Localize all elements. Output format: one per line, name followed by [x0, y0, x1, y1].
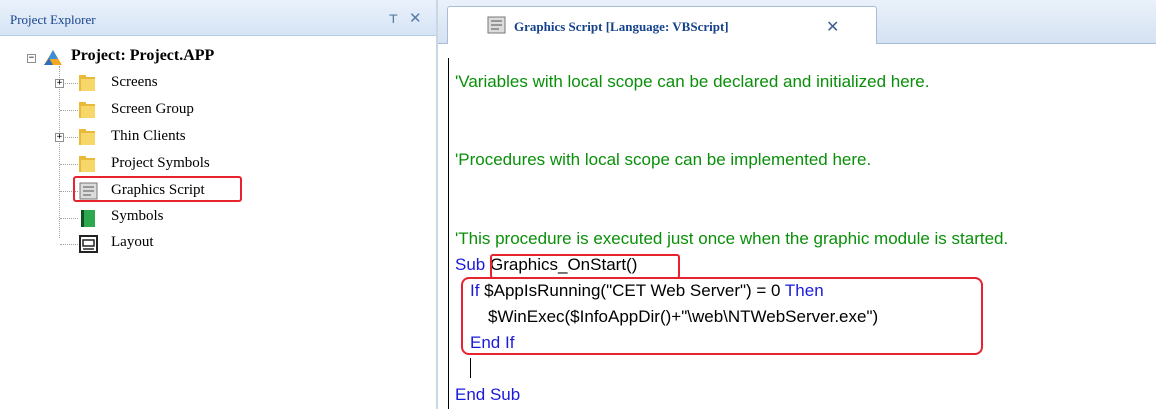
folder-icon — [79, 129, 95, 145]
tree-item-thin-clients[interactable]: Thin Clients — [111, 128, 186, 145]
editor-tabstrip: Graphics Script [Language: VBScript] ✕ — [438, 0, 1156, 44]
folder-icon — [79, 102, 95, 118]
pin-icon[interactable]: т — [389, 9, 398, 27]
code-comment-procedures: 'Procedures with local scope can be impl… — [455, 150, 872, 169]
code-comment-onstart: 'This procedure is executed just once wh… — [455, 229, 1009, 248]
collapse-toggle-icon[interactable]: − — [27, 54, 36, 63]
expand-thin-clients-icon[interactable]: + — [55, 133, 64, 142]
tree-item-layout[interactable]: Layout — [111, 234, 154, 251]
if-block-highlight — [461, 277, 983, 355]
tab-label: Graphics Script [Language: VBScript] — [514, 19, 729, 34]
project-explorer-panel: Project Explorer т ✕ − Project: Project.… — [0, 0, 438, 409]
tab-close-icon[interactable]: ✕ — [826, 17, 839, 36]
graphics-script-highlight — [73, 176, 242, 202]
code-endsub-line: End Sub — [455, 385, 521, 404]
text-caret — [470, 358, 471, 378]
project-icon — [44, 50, 62, 65]
tab-graphics-script[interactable]: Graphics Script [Language: VBScript] ✕ — [447, 6, 877, 44]
folder-icon — [79, 156, 95, 172]
tree-item-screens[interactable]: Screens — [111, 74, 158, 91]
script-icon — [487, 16, 506, 34]
close-panel-icon[interactable]: ✕ — [409, 9, 422, 27]
expand-screens-icon[interactable]: + — [55, 79, 64, 88]
project-root-label[interactable]: Project: Project.APP — [71, 47, 214, 65]
tree-item-project-symbols[interactable]: Project Symbols — [111, 155, 210, 172]
folder-icon — [79, 75, 95, 91]
tree-connector — [60, 218, 78, 219]
tree-connector — [60, 110, 78, 111]
explorer-title: Project Explorer — [10, 12, 96, 27]
tree-item-screen-group[interactable]: Screen Group — [111, 101, 194, 118]
tree-item-symbols[interactable]: Symbols — [111, 208, 164, 225]
project-tree: − Project: Project.APP + Screens Screen … — [0, 36, 436, 409]
layout-icon — [79, 235, 98, 253]
explorer-header: Project Explorer т ✕ — [0, 0, 438, 36]
tree-connector — [60, 164, 78, 165]
tree-connector — [60, 244, 78, 245]
symbols-book-icon — [81, 210, 95, 227]
sub-name-highlight — [490, 254, 680, 279]
tree-connector — [59, 66, 60, 238]
code-comment-variables: 'Variables with local scope can be decla… — [455, 72, 930, 91]
editor-gutter-line — [448, 58, 449, 409]
keyword-sub: Sub — [455, 255, 486, 274]
